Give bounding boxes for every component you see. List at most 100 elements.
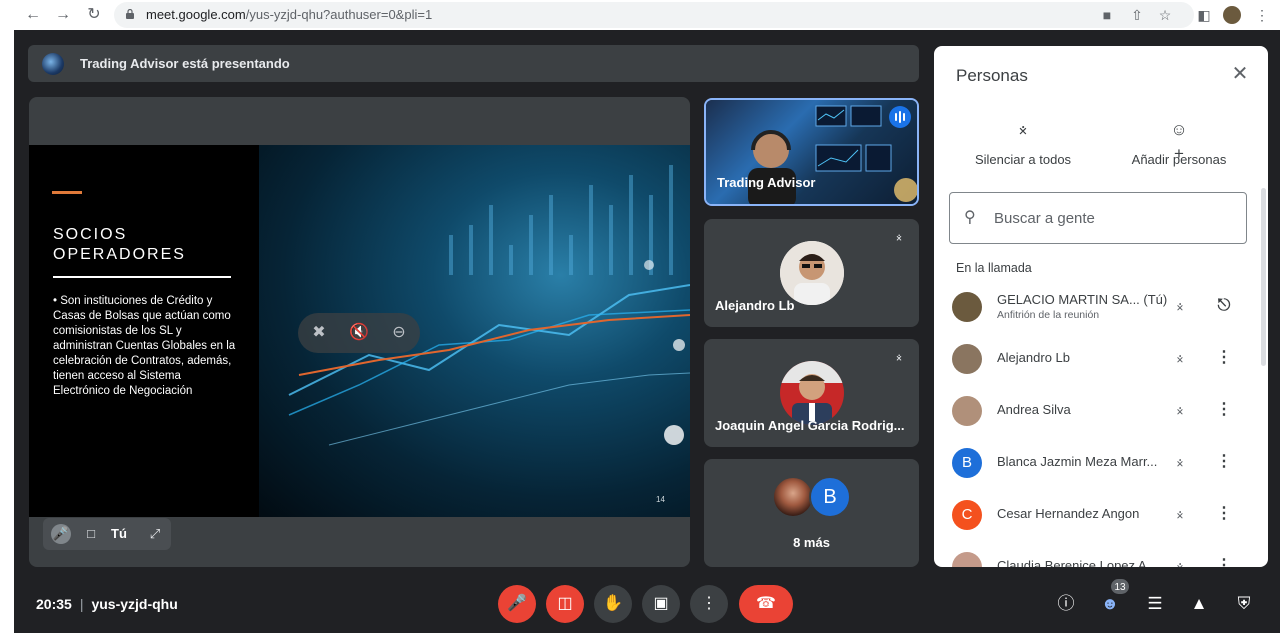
remove-icon[interactable]: ⊖ [388, 322, 410, 344]
mic-off-icon[interactable]: ⨰ [1170, 504, 1190, 524]
participant-tile-alejandro[interactable]: ⨰ Alejandro Lb [704, 219, 919, 327]
speaking-indicator-icon [889, 106, 911, 128]
url-host: meet.google.com [146, 7, 246, 22]
pin-off-icon[interactable]: ✖ [308, 322, 330, 344]
mic-off-icon[interactable]: ⨰ [1170, 400, 1190, 420]
more-options-icon[interactable]: ⋮ [1214, 400, 1234, 420]
more-options-icon[interactable]: ⋮ [1214, 556, 1234, 567]
leave-call-button[interactable]: ☎ [739, 585, 793, 623]
mic-off-icon[interactable]: ⨰ [1170, 348, 1190, 368]
present-button[interactable]: ▣ [642, 585, 680, 623]
participant-avatar: B [952, 448, 982, 478]
mic-off-icon[interactable]: ⨰ [1170, 296, 1190, 316]
mic-toggle-button[interactable]: 🎤 [498, 585, 536, 623]
profile-avatar[interactable] [1223, 6, 1241, 24]
bookmark-star-icon[interactable]: ☆ [1156, 6, 1174, 24]
add-person-icon: ☺+ [1170, 120, 1188, 163]
more-options-icon[interactable]: ⋮ [1214, 348, 1234, 368]
back-icon[interactable]: ← [22, 4, 44, 26]
slide-page-number: 14 [656, 495, 665, 504]
mute-all-button[interactable]: ⨰ Silenciar a todos [970, 118, 1076, 167]
more-options-icon[interactable]: ⋮ [1214, 452, 1234, 472]
activities-icon[interactable]: ▲ [1186, 591, 1212, 617]
pin-icon[interactable]: ⎋ [1214, 296, 1234, 316]
mic-off-icon[interactable]: ⨰ [1170, 452, 1190, 472]
more-options-button[interactable]: ⋮ [690, 585, 728, 623]
participant-name: Blanca Jazmin Meza Marr... [997, 454, 1158, 469]
more-count-label: 8 más [793, 535, 830, 550]
expand-icon[interactable]: ⤢ [145, 524, 165, 544]
forward-icon[interactable]: → [52, 4, 74, 26]
host-controls-icon[interactable]: ⛨ [1231, 591, 1257, 617]
participant-row[interactable]: Claudia Berenice Lopez A... ⨰ ⋮ [934, 542, 1268, 567]
self-label: Tú [111, 526, 127, 541]
hang-up-icon: ☎ [756, 595, 776, 612]
window-edge [0, 30, 14, 633]
slide-title: SOCIOS OPERADORES [53, 226, 186, 263]
participant-avatar [772, 476, 814, 518]
mute-all-label: Silenciar a todos [974, 152, 1072, 167]
participant-name: Alejandro Lb [997, 350, 1070, 365]
participant-row[interactable]: Alejandro Lb ⨰ ⋮ [934, 334, 1268, 386]
camera-icon[interactable]: ■ [1098, 6, 1116, 24]
participant-avatar [952, 552, 982, 567]
section-label: En la llamada [956, 261, 1032, 275]
participant-avatar [952, 344, 982, 374]
reload-icon[interactable]: ↻ [83, 4, 105, 26]
share-icon[interactable]: ⇧ [1128, 6, 1146, 24]
lock-icon [126, 9, 134, 19]
tile-hover-controls: ✖ 🔇 ⊖ [298, 313, 420, 353]
self-mic-off-icon[interactable]: 🎤 [51, 524, 71, 544]
mute-all-icon: ⨰ [1018, 120, 1028, 139]
panel-scrollbar[interactable] [1261, 188, 1266, 366]
meeting-code: yus-yzjd-qhu [91, 596, 178, 612]
mic-off-icon[interactable]: ⨰ [1170, 556, 1190, 567]
presenting-text: Trading Advisor está presentando [80, 56, 290, 71]
slide-accent-bar [52, 191, 82, 194]
presenter-avatar [42, 53, 64, 75]
participant-row[interactable]: B Blanca Jazmin Meza Marr... ⨰ ⋮ [934, 438, 1268, 490]
self-preview-bar: 🎤 □ Tú ⤢ [43, 518, 171, 550]
participant-avatar [952, 292, 982, 322]
meeting-info: 20:35 | yus-yzjd-qhu [36, 596, 178, 612]
side-panel-icon[interactable]: ◧ [1195, 6, 1213, 24]
people-panel: Personas ✕ ⨰ Silenciar a todos ☺+ Añadir… [934, 46, 1268, 567]
clock-time: 20:35 [36, 596, 72, 612]
participant-row[interactable]: Andrea Silva ⨰ ⋮ [934, 386, 1268, 438]
meeting-details-icon[interactable]: ⓘ [1053, 591, 1079, 617]
raise-hand-button[interactable]: ✋ [594, 585, 632, 623]
slide-divider [53, 276, 231, 278]
participant-row[interactable]: GELACIO MARTIN SA... (Tú) Anfitrión de l… [934, 282, 1268, 334]
search-people-input[interactable]: ⚲ Buscar a gente [949, 192, 1247, 244]
search-icon: ⚲ [964, 209, 976, 226]
muted-mic-icon: ⨰ [895, 350, 903, 364]
participant-avatar: C [952, 500, 982, 530]
presenting-banner: Trading Advisor está presentando [28, 45, 919, 82]
participant-name: Claudia Berenice Lopez A... [997, 558, 1158, 567]
participant-avatar [780, 361, 844, 425]
url-path: /yus-yzjd-qhu?authuser=0&pli=1 [245, 7, 433, 22]
more-participants-tile[interactable]: B 8 más [704, 459, 919, 567]
menu-kebab-icon[interactable]: ⋮ [1253, 6, 1271, 24]
participant-row[interactable]: C Cesar Hernandez Angon ⨰ ⋮ [934, 490, 1268, 542]
hand-icon: ✋ [603, 595, 623, 612]
more-options-icon[interactable]: ⋮ [1214, 504, 1234, 524]
url-text: meet.google.com/yus-yzjd-qhu?authuser=0&… [146, 7, 432, 22]
participant-avatar [780, 241, 844, 305]
search-placeholder: Buscar a gente [994, 210, 1095, 227]
camera-toggle-button[interactable]: ◫ [546, 585, 584, 623]
add-people-button[interactable]: ☺+ Añadir personas [1124, 118, 1234, 167]
chat-icon[interactable]: ☰ [1142, 591, 1168, 617]
participant-role: Anfitrión de la reunión [997, 309, 1100, 321]
participant-avatar [952, 396, 982, 426]
camera-off-icon: ◫ [557, 595, 573, 612]
self-camera-off-icon[interactable]: □ [81, 524, 101, 544]
address-bar[interactable]: meet.google.com/yus-yzjd-qhu?authuser=0&… [114, 2, 1194, 28]
muted-mic-icon: ⨰ [895, 230, 903, 244]
people-count-badge: 13 [1110, 578, 1130, 595]
presentation-tile[interactable]: SOCIOS OPERADORES • Son instituciones de… [29, 97, 690, 567]
close-icon[interactable]: ✕ [1228, 62, 1252, 86]
volume-off-icon[interactable]: 🔇 [348, 322, 370, 344]
participant-tile-joaquin[interactable]: ⨰ Joaquin Angel Garcia Rodrig... [704, 339, 919, 447]
participant-tile-trading-advisor[interactable]: Trading Advisor [704, 98, 919, 206]
